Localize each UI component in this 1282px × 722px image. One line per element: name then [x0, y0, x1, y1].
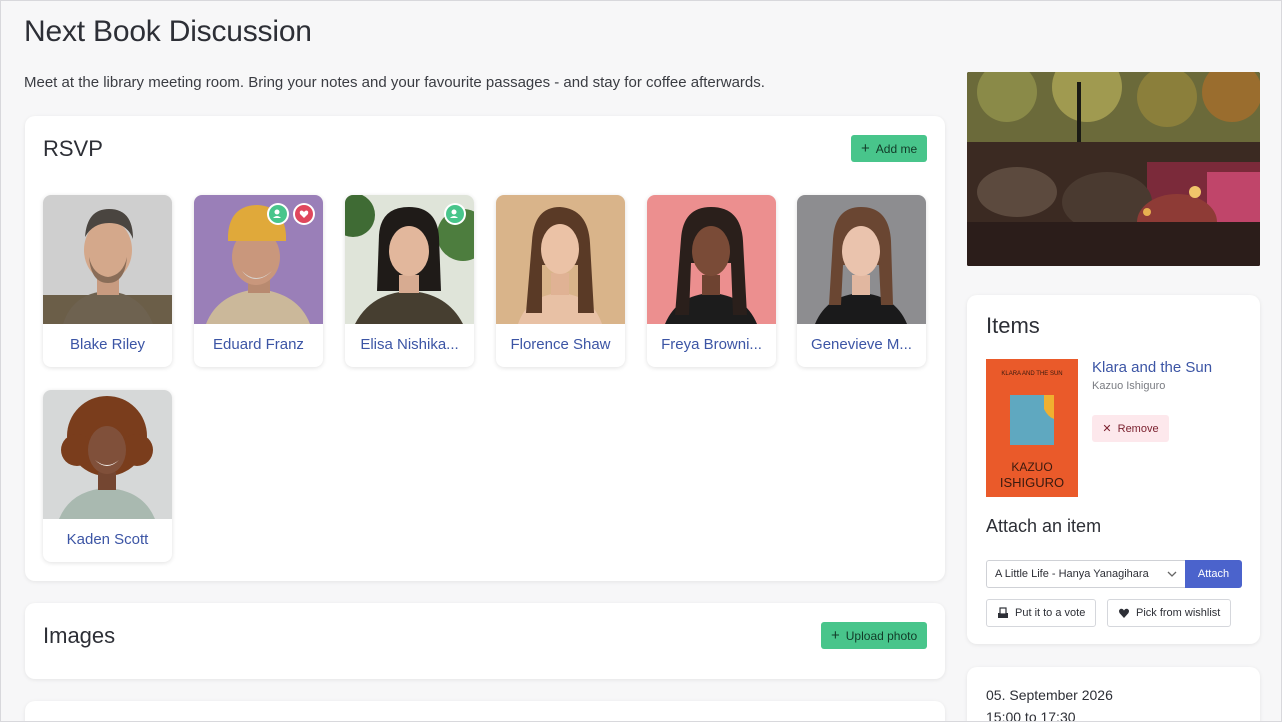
- attendee-photo: [43, 195, 172, 324]
- attendee-badge: [293, 203, 315, 225]
- plus-icon: +: [831, 627, 840, 644]
- attendee-name: Blake Riley: [69, 336, 146, 353]
- attendee-name: Elisa Nishika...: [360, 336, 459, 353]
- items-title: Items: [986, 313, 1040, 338]
- item-select[interactable]: A Little Life - Hanya Yanagihara: [986, 560, 1186, 588]
- remove-label: Remove: [1117, 422, 1159, 435]
- put-to-vote-button[interactable]: Put it to a vote: [986, 599, 1097, 627]
- attendee-photo: [797, 195, 926, 324]
- upload-photo-button[interactable]: + Upload photo: [821, 622, 928, 649]
- attach-button[interactable]: Attach: [1185, 560, 1242, 588]
- attendee-badge: [444, 203, 466, 225]
- attendee-card[interactable]: Elisa Nishika...: [345, 195, 474, 367]
- event-time: 15:00 to 17:30: [986, 709, 1076, 722]
- event-description: Meet at the library meeting room. Bring …: [24, 74, 765, 91]
- attendee-badge: [267, 203, 289, 225]
- attach-title: Attach an item: [986, 516, 1102, 536]
- attendee-photo: [496, 195, 625, 324]
- attendee-photo: [43, 390, 172, 519]
- user-check-icon: [269, 205, 287, 223]
- chevron-down-icon: [1167, 571, 1177, 577]
- images-title: Images: [43, 623, 116, 648]
- pick-from-wishlist-button[interactable]: Pick from wishlist: [1107, 599, 1232, 627]
- attendee-card[interactable]: Kaden Scott: [43, 390, 172, 562]
- next-card: [25, 701, 945, 721]
- ballot-box-icon: [998, 607, 1008, 618]
- remove-button[interactable]: ✕ Remove: [1092, 415, 1169, 442]
- app-frame: Next Book Discussion Meet at the library…: [0, 0, 1282, 722]
- rsvp-title: RSVP: [43, 136, 103, 161]
- close-icon: ✕: [1102, 423, 1112, 435]
- attendee-name: Genevieve M...: [811, 336, 912, 353]
- put-to-vote-label: Put it to a vote: [1015, 607, 1086, 619]
- book-cover-title: KLARA AND THE SUN: [1001, 371, 1062, 377]
- images-card: [25, 603, 945, 679]
- upload-photo-label: Upload photo: [845, 628, 918, 643]
- attendee-name: Kaden Scott: [66, 531, 149, 548]
- book-cover-author-first: KAZUO: [1011, 460, 1052, 474]
- item-select-value: A Little Life - Hanya Yanagihara: [995, 568, 1149, 580]
- plus-icon: +: [861, 140, 870, 157]
- add-me-label: Add me: [875, 141, 918, 156]
- heart-icon: [295, 205, 313, 223]
- book-cover: KLARA AND THE SUN KAZUO ISHIGURO: [986, 359, 1078, 497]
- attendee-photo: [647, 195, 776, 324]
- book-author: Kazuo Ishiguro: [1092, 380, 1166, 392]
- attendee-card[interactable]: Genevieve M...: [797, 195, 926, 367]
- pick-from-wishlist-label: Pick from wishlist: [1136, 607, 1221, 619]
- attendee-card[interactable]: Blake Riley: [43, 195, 172, 367]
- book-title-link[interactable]: Klara and the Sun: [1092, 359, 1212, 376]
- attendee-name: Florence Shaw: [510, 336, 611, 353]
- attendee-name: Freya Browni...: [661, 336, 762, 353]
- add-me-button[interactable]: + Add me: [851, 135, 928, 162]
- event-hero-image: [967, 72, 1260, 266]
- attendee-card[interactable]: Florence Shaw: [496, 195, 625, 367]
- attendee-card[interactable]: Eduard Franz: [194, 195, 323, 367]
- heart-icon: [1118, 608, 1130, 618]
- attendee-name: Eduard Franz: [213, 336, 304, 353]
- user-check-icon: [446, 205, 464, 223]
- attendee-card[interactable]: Freya Browni...: [647, 195, 776, 367]
- page-title: Next Book Discussion: [24, 15, 312, 48]
- book-cover-author-last: ISHIGURO: [1000, 475, 1064, 490]
- event-date: 05. September 2026: [986, 687, 1113, 703]
